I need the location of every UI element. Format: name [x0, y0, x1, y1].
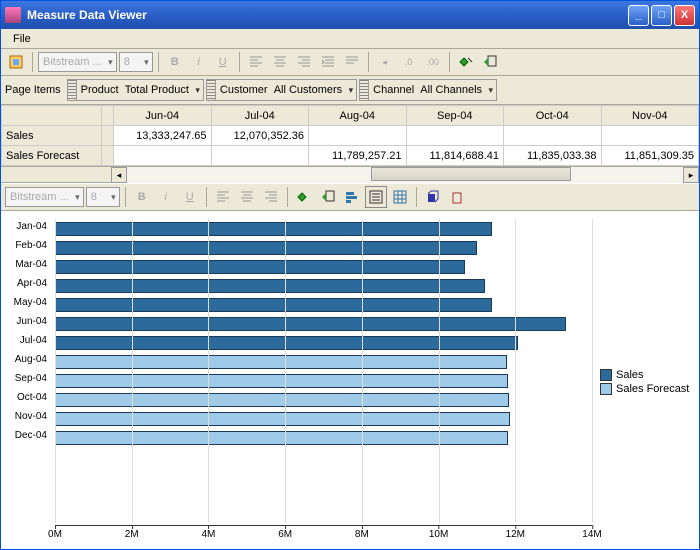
align-right-button[interactable] [293, 51, 315, 73]
legend-toggle-icon[interactable] [365, 186, 387, 208]
scroll-right-icon[interactable]: ▸ [683, 167, 699, 183]
close-button[interactable]: X [674, 5, 695, 26]
bar-chart[interactable]: 0M2M4M6M8M10M12M14MJan-04Feb-04Mar-04Apr… [5, 219, 600, 545]
dimensions-tool-icon[interactable] [479, 51, 501, 73]
maximize-button[interactable]: □ [651, 5, 672, 26]
scroll-thumb[interactable] [371, 167, 571, 181]
align-right-button[interactable] [260, 186, 282, 208]
members-tool-icon[interactable] [455, 51, 477, 73]
format-tool-icon[interactable] [5, 51, 27, 73]
minimize-button[interactable]: _ [628, 5, 649, 26]
toolbar-chart: Bitstream ... 8 B i U [1, 183, 699, 211]
page-item-product[interactable]: Product Total Product [67, 79, 204, 101]
titlebar[interactable]: Measure Data Viewer _ □ X [1, 1, 699, 29]
page-items-label: Page Items [5, 84, 61, 96]
font-size-select[interactable]: 8 [86, 187, 120, 207]
drag-handle-icon[interactable] [206, 79, 216, 101]
page-item-channel[interactable]: Channel All Channels [359, 79, 497, 101]
col-header: Sep-04 [406, 106, 504, 126]
align-left-button[interactable] [245, 51, 267, 73]
font-size-select[interactable]: 8 [119, 52, 153, 72]
col-header: Oct-04 [504, 106, 602, 126]
data-grid[interactable]: Jun-04 Jul-04 Aug-04 Sep-04 Oct-04 Nov-0… [1, 105, 699, 183]
col-header: Jul-04 [211, 106, 309, 126]
menubar: File [1, 29, 699, 49]
page-items-bar: Page Items Product Total Product Custome… [1, 76, 699, 105]
legend-swatch-icon [600, 383, 612, 395]
toolbar-top: Bitstream ... 8 B i U ◂ .0 .00 [1, 49, 699, 76]
scroll-left-icon[interactable]: ◂ [111, 167, 127, 183]
chart-area: 0M2M4M6M8M10M12M14MJan-04Feb-04Mar-04Apr… [1, 211, 699, 549]
font-family-select[interactable]: Bitstream ... [5, 187, 84, 207]
decimals-0-button[interactable]: .0 [398, 51, 420, 73]
drag-handle-icon[interactable] [359, 79, 369, 101]
row-header: Sales Forecast [2, 146, 102, 166]
bold-button[interactable]: B [164, 51, 186, 73]
legend: Sales Sales Forecast [600, 219, 695, 545]
table-row: Sales Forecast 11,789,257.2111,814,688.4… [2, 146, 699, 166]
align-center-button[interactable] [269, 51, 291, 73]
rotate-icon[interactable] [446, 186, 468, 208]
chart-type-bar-icon[interactable] [341, 186, 363, 208]
col-header: Aug-04 [309, 106, 407, 126]
decimals-dec-button[interactable]: ◂ [374, 51, 396, 73]
align-center-button[interactable] [236, 186, 258, 208]
italic-button[interactable]: i [188, 51, 210, 73]
window-title: Measure Data Viewer [27, 8, 147, 22]
legend-item-sales: Sales [600, 369, 695, 381]
indent-button[interactable] [317, 51, 339, 73]
font-family-select[interactable]: Bitstream ... [38, 52, 117, 72]
bold-button[interactable]: B [131, 186, 153, 208]
row-header: Sales [2, 126, 102, 146]
app-window: Measure Data Viewer _ □ X File Bitstream… [0, 0, 700, 550]
underline-button[interactable]: U [179, 186, 201, 208]
gridlines-toggle-icon[interactable] [389, 186, 411, 208]
page-item-customer[interactable]: Customer All Customers [206, 79, 357, 101]
col-header: Nov-04 [601, 106, 699, 126]
h-scrollbar[interactable]: ◂ ▸ [1, 166, 699, 182]
italic-button[interactable]: i [155, 186, 177, 208]
wrap-button[interactable] [341, 51, 363, 73]
table-row: Sales 13,333,247.6512,070,352.36 [2, 126, 699, 146]
legend-item-forecast: Sales Forecast [600, 383, 695, 395]
legend-swatch-icon [600, 369, 612, 381]
align-left-button[interactable] [212, 186, 234, 208]
3d-toggle-icon[interactable] [422, 186, 444, 208]
col-header: Jun-04 [114, 106, 212, 126]
underline-button[interactable]: U [212, 51, 234, 73]
drag-handle-icon[interactable] [67, 79, 77, 101]
menu-file[interactable]: File [7, 31, 37, 47]
members-tool-icon[interactable] [293, 186, 315, 208]
app-icon [5, 7, 21, 23]
decimals-00-button[interactable]: .00 [422, 51, 444, 73]
dimensions-tool-icon[interactable] [317, 186, 339, 208]
